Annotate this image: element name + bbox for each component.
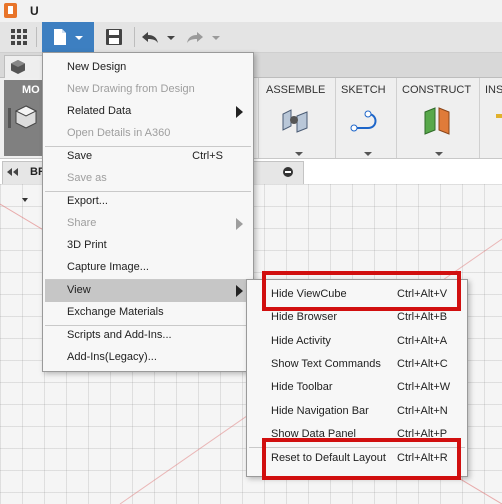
shortcut-label: Ctrl+S <box>192 150 223 162</box>
construction-plane-icon <box>424 107 450 135</box>
design-cube-icon <box>11 60 25 74</box>
shortcut-label: Ctrl+Alt+A <box>397 335 448 347</box>
shortcut-label: Ctrl+Alt+B <box>397 311 448 323</box>
chevron-down-icon <box>295 152 303 156</box>
menu-item-hide-toolbar[interactable]: Hide Toolbar Ctrl+Alt+W <box>249 377 465 399</box>
menu-item-3d-print[interactable]: 3D Print <box>45 235 251 257</box>
shortcut-label: Ctrl+Alt+N <box>397 405 448 417</box>
document-icon <box>54 29 83 45</box>
document-tab[interactable] <box>4 55 46 78</box>
fusion-logo-icon <box>4 3 17 18</box>
menu-item-exchange-materials[interactable]: Exchange Materials <box>45 302 251 324</box>
submenu-arrow-icon <box>236 285 243 297</box>
ribbon-label-insert: INS <box>485 84 502 96</box>
document-tab-label: U <box>30 4 39 18</box>
ribbon-label-assemble: ASSEMBLE <box>266 84 326 96</box>
save-icon <box>106 29 122 45</box>
chevron-down-icon <box>364 152 372 156</box>
ribbon-label-sketch: SKETCH <box>341 84 386 96</box>
shortcut-label: Ctrl+Alt+W <box>397 381 451 393</box>
shortcut-label: Ctrl+Alt+C <box>397 358 448 370</box>
submenu-arrow-icon <box>236 106 243 118</box>
redo-button[interactable] <box>184 22 224 52</box>
tree-expand-icon[interactable] <box>22 198 28 202</box>
menu-item-open-details: Open Details in A360 <box>67 127 171 139</box>
menu-item-new-design[interactable]: New Design <box>45 57 251 79</box>
menu-item-show-text-commands[interactable]: Show Text Commands Ctrl+Alt+C <box>249 354 465 376</box>
undo-button[interactable] <box>140 22 178 52</box>
menu-item-hide-activity[interactable]: Hide Activity Ctrl+Alt+A <box>249 331 465 353</box>
collapse-left-icon <box>13 168 18 176</box>
menu-item-related-data[interactable]: Related Data <box>45 101 251 123</box>
menu-item-save-as: Save as <box>67 172 107 184</box>
toolbar-separator <box>36 27 37 47</box>
highlight-box-reset-layout <box>262 438 461 480</box>
minus-icon <box>285 171 291 173</box>
save-button[interactable] <box>100 22 128 52</box>
collapse-panel-button[interactable] <box>283 167 293 177</box>
file-menu-button[interactable] <box>42 22 94 52</box>
grid-icon <box>11 29 27 45</box>
highlight-box-hide-viewcube <box>262 271 461 311</box>
redo-icon <box>187 32 220 43</box>
submenu-arrow-icon <box>236 218 243 230</box>
workspace-label: MO <box>22 84 40 96</box>
toolbar-separator <box>134 27 135 47</box>
title-bar <box>0 0 502 22</box>
menu-item-new-drawing: New Drawing from Design <box>67 83 195 95</box>
menu-item-scripts-addins[interactable]: Scripts and Add-Ins... <box>45 325 251 347</box>
menu-item-addins-legacy[interactable]: Add-Ins(Legacy)... <box>45 347 251 369</box>
menu-item-view[interactable]: View <box>45 280 251 302</box>
quick-access-toolbar <box>0 22 502 53</box>
menu-item-hide-navigation-bar[interactable]: Hide Navigation Bar Ctrl+Alt+N <box>249 401 465 423</box>
sketch-line-icon <box>350 110 377 132</box>
menu-item-export[interactable]: Export... <box>45 191 251 213</box>
undo-icon <box>142 32 175 43</box>
insert-icon <box>496 114 502 118</box>
joint-icon <box>282 109 308 133</box>
ribbon-grip <box>8 108 11 128</box>
menu-item-save[interactable]: Save Ctrl+S <box>45 146 251 168</box>
menu-item-share: Share <box>45 213 251 235</box>
menu-item-capture-image[interactable]: Capture Image... <box>45 257 251 279</box>
ribbon-label-construct: CONSTRUCT <box>402 84 472 96</box>
data-panel-button[interactable] <box>6 22 32 52</box>
chevron-down-icon <box>435 152 443 156</box>
collapse-left-icon[interactable] <box>7 168 12 176</box>
file-menu: New Design New Drawing from Design Relat… <box>42 52 254 372</box>
model-box-icon <box>14 105 38 129</box>
